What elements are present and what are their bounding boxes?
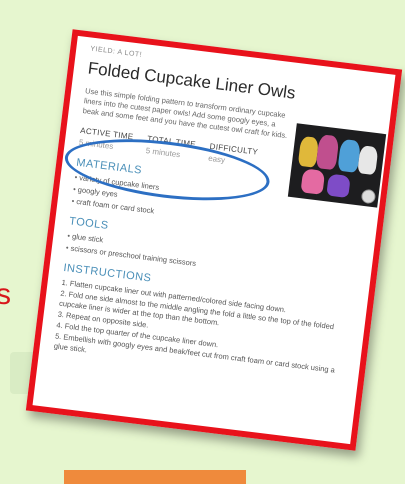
partial-side-text: s — [0, 278, 11, 311]
orange-button[interactable] — [64, 470, 246, 484]
owl-craft-photo — [287, 123, 387, 208]
recipe-card: YIELD: A LOT! Folded Cupcake Liner Owls … — [25, 29, 403, 451]
badge-icon — [360, 188, 377, 205]
